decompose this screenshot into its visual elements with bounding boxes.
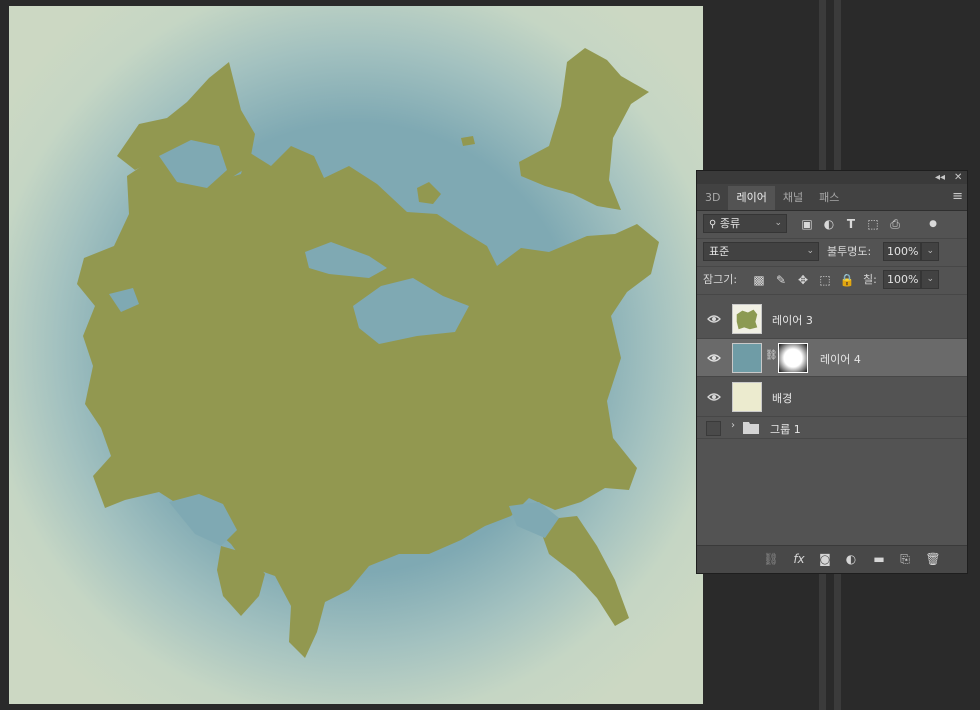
fill-label: 칠: (863, 273, 877, 286)
new-adjustment-icon[interactable]: ◐ (843, 551, 859, 567)
layer-3-thumbnail (732, 304, 762, 334)
new-group-icon[interactable]: ▬ (871, 551, 887, 567)
island-map-artwork (77, 48, 659, 658)
lock-image-icon[interactable]: ✎ (773, 272, 789, 288)
smart-object-filter-icon[interactable]: ⎙ (887, 216, 903, 232)
chevron-right-icon[interactable]: › (731, 420, 735, 431)
type-filter-icon[interactable]: T (843, 216, 859, 232)
search-icon: ⚲ (709, 219, 717, 230)
tab-paths[interactable]: 패스 (811, 186, 847, 210)
small-isle-2 (461, 136, 475, 146)
shape-filter-icon[interactable]: ⬚ (865, 216, 881, 232)
new-layer-icon[interactable]: ⎘ (897, 551, 913, 567)
lock-transparent-icon[interactable]: ▩ (751, 272, 767, 288)
fill-input[interactable]: 100% (883, 270, 921, 289)
collapse-panel-icon[interactable]: ◂◂ (935, 171, 945, 184)
background-thumbnail (732, 382, 762, 412)
lock-all-icon[interactable]: 🔒 (839, 272, 855, 288)
opacity-input[interactable]: 100% (883, 242, 921, 261)
small-isle-1 (417, 182, 441, 204)
blend-mode-dropdown[interactable]: 표준 ⌄ (703, 242, 819, 261)
mask-link-icon[interactable]: ⛓ (765, 350, 778, 361)
layer-row-3[interactable]: 레이어 3 (697, 299, 967, 339)
visibility-toggle-empty[interactable] (706, 421, 721, 436)
background-layer-name: 배경 (772, 392, 793, 405)
panel-footer: ⛓ fx ◙ ◐ ▬ ⎘ 🗑 (697, 545, 967, 573)
blend-row: 표준 ⌄ 불투명도: 100% ⌄ (697, 239, 967, 267)
lock-label: 잠그기: (703, 273, 738, 286)
fill-dropdown[interactable]: ⌄ (921, 270, 939, 289)
chevron-down-icon: ⌄ (806, 246, 814, 256)
visibility-eye-icon[interactable] (707, 312, 721, 326)
south-peninsula (539, 516, 629, 626)
layer-3-name: 레이어 3 (772, 314, 813, 327)
add-mask-icon[interactable]: ◙ (817, 551, 833, 567)
opacity-label: 불투명도: (827, 245, 872, 258)
lock-position-icon[interactable]: ✥ (795, 272, 811, 288)
adjustment-filter-icon[interactable]: ◐ (821, 216, 837, 232)
panel-menu-icon[interactable]: ≡ (952, 189, 963, 204)
document-canvas[interactable] (9, 6, 703, 704)
layer-4-mask-thumbnail[interactable] (778, 343, 808, 373)
image-filter-icon[interactable]: ▣ (799, 216, 815, 232)
fx-icon[interactable]: fx (791, 551, 807, 567)
filter-row: ⚲ 종류 ⌄ ▣ ◐ T ⬚ ⎙ ● (697, 211, 967, 239)
link-layers-icon[interactable]: ⛓ (763, 551, 779, 567)
lock-artboard-icon[interactable]: ⬚ (817, 272, 833, 288)
visibility-eye-icon[interactable] (707, 351, 721, 365)
northeast-peninsula (519, 48, 649, 210)
close-panel-icon[interactable]: ✕ (954, 171, 962, 184)
panel-tabs: 3D 레이어 채널 패스 ≡ (697, 184, 967, 211)
tab-channels[interactable]: 채널 (775, 186, 811, 210)
layer-row-group-1[interactable]: › 그룹 1 (697, 417, 967, 439)
layer-4-name: 레이어 4 (820, 353, 861, 366)
panel-titlebar: ◂◂ ✕ (697, 171, 967, 184)
layer-row-4[interactable]: ⛓ 레이어 4 (697, 339, 967, 377)
tab-3d[interactable]: 3D (697, 186, 728, 210)
layers-panel: ◂◂ ✕ 3D 레이어 채널 패스 ≡ ⚲ 종류 ⌄ ▣ ◐ T ⬚ ⎙ ● 표… (696, 170, 968, 574)
chevron-down-icon: ⌄ (774, 218, 782, 228)
opacity-dropdown[interactable]: ⌄ (921, 242, 939, 261)
filter-kind-dropdown[interactable]: ⚲ 종류 ⌄ (703, 214, 787, 233)
map-thumbnail-art (736, 309, 758, 330)
layer-row-background[interactable]: 배경 (697, 377, 967, 417)
visibility-eye-icon[interactable] (707, 390, 721, 404)
group-1-name: 그룹 1 (770, 423, 801, 436)
filter-toggle-icon[interactable]: ● (925, 216, 941, 232)
filter-kind-label: 종류 (719, 217, 741, 230)
main-landmass (77, 146, 659, 658)
folder-icon (743, 422, 759, 434)
chevron-down-icon: ⌄ (926, 246, 934, 256)
tab-layers[interactable]: 레이어 (728, 186, 775, 210)
chevron-down-icon: ⌄ (926, 274, 934, 284)
blend-mode-value: 표준 (709, 245, 730, 258)
layer-4-thumbnail (732, 343, 762, 373)
delete-layer-icon[interactable]: 🗑 (925, 551, 941, 567)
lock-row: 잠그기: ▩ ✎ ✥ ⬚ 🔒 칠: 100% ⌄ (697, 267, 967, 295)
